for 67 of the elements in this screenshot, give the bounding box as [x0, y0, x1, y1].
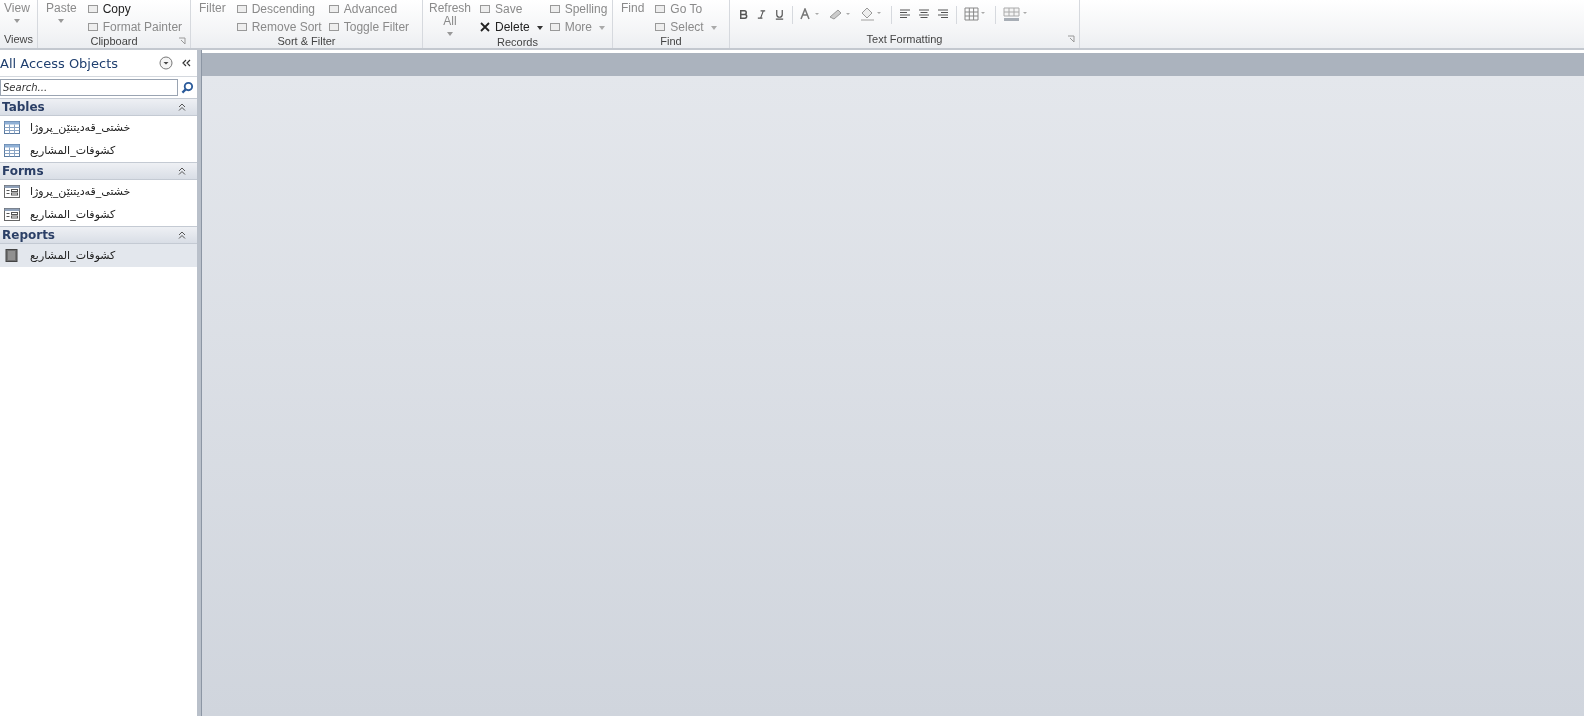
- ribbon-button[interactable]: Copy: [86, 0, 183, 17]
- caret-icon: [599, 26, 606, 30]
- command-icon: [86, 2, 99, 15]
- caret-icon: [447, 32, 453, 36]
- ribbon-button[interactable]: Paste: [42, 0, 81, 35]
- ribbon-button[interactable]: View: [0, 0, 34, 32]
- command-icon: [548, 20, 561, 33]
- command-icon: [654, 20, 667, 33]
- section-header[interactable]: Forms: [0, 162, 197, 180]
- table-icon: [4, 144, 20, 157]
- ribbon-button[interactable]: Refresh All: [427, 0, 473, 36]
- ribbon-button[interactable]: Toggle Filter: [327, 18, 410, 35]
- ribbon-button[interactable]: Save: [479, 0, 543, 17]
- caret-icon: [536, 26, 543, 30]
- caret-icon: [13, 19, 20, 23]
- section-title: Forms: [2, 164, 44, 178]
- section-title: Reports: [2, 228, 55, 242]
- ribbon-button[interactable]: Filter: [195, 0, 230, 35]
- ribbon-button[interactable]: Format Painter: [86, 18, 183, 35]
- group-label: Records: [497, 36, 538, 48]
- row-color-button[interactable]: [1003, 6, 1029, 22]
- group-label: Views: [3, 33, 34, 45]
- ribbon-button[interactable]: More: [548, 18, 608, 35]
- navigation-item[interactable]: خشتی_قەدیتنێن_پروژا: [0, 116, 197, 139]
- font-color-button[interactable]: [800, 6, 822, 22]
- caret-icon: [710, 26, 717, 30]
- ribbon-button[interactable]: Find: [617, 0, 649, 35]
- ribbon-button[interactable]: Spelling: [548, 0, 608, 17]
- command-icon: [654, 2, 667, 15]
- navigation-item[interactable]: خشتی_قەدیتنێن_پروژا: [0, 180, 197, 203]
- command-icon: [327, 2, 340, 15]
- dialog-launcher-icon[interactable]: [178, 37, 186, 45]
- caret-icon: [58, 19, 65, 23]
- dialog-launcher-icon[interactable]: [1067, 35, 1075, 43]
- group-label: Sort & Filter: [277, 35, 336, 47]
- navigation-item[interactable]: كشوفات_المشاريع: [0, 139, 197, 162]
- command-icon: [235, 20, 248, 33]
- ribbon-button[interactable]: Advanced: [327, 0, 410, 17]
- dropdown-icon[interactable]: [159, 56, 173, 70]
- command-icon: [479, 2, 491, 15]
- section-header[interactable]: Tables: [0, 98, 197, 116]
- report-icon: [4, 249, 20, 262]
- command-icon: [86, 20, 99, 33]
- gridlines-button[interactable]: [964, 6, 988, 22]
- section-title: Tables: [2, 100, 45, 114]
- command-icon: [235, 2, 248, 15]
- ribbon-button[interactable]: Remove Sort: [235, 18, 322, 35]
- ribbon-button[interactable]: Go To: [654, 0, 717, 17]
- search-icon[interactable]: [181, 81, 194, 94]
- group-label: Find: [660, 35, 682, 47]
- pane-title[interactable]: All Access Objects: [0, 55, 153, 71]
- table-icon: [4, 121, 20, 134]
- form-icon: [4, 185, 20, 198]
- command-icon: [327, 20, 340, 33]
- command-icon: [548, 2, 561, 15]
- navigation-item[interactable]: كشوفات_المشاريع: [0, 244, 197, 267]
- section-header[interactable]: Reports: [0, 226, 197, 244]
- ribbon-button[interactable]: Delete: [479, 18, 543, 35]
- ribbon-button[interactable]: Descending: [235, 0, 322, 17]
- form-icon: [4, 208, 20, 221]
- search-field[interactable]: Search...: [0, 79, 178, 96]
- fill-color-button[interactable]: [860, 6, 884, 22]
- group-label: Clipboard: [90, 35, 138, 47]
- group-label: Text Formatting: [866, 33, 943, 45]
- ribbon-button[interactable]: Select: [654, 18, 717, 35]
- navigation-item[interactable]: كشوفات_المشاريع: [0, 203, 197, 226]
- delete-icon: [479, 20, 491, 33]
